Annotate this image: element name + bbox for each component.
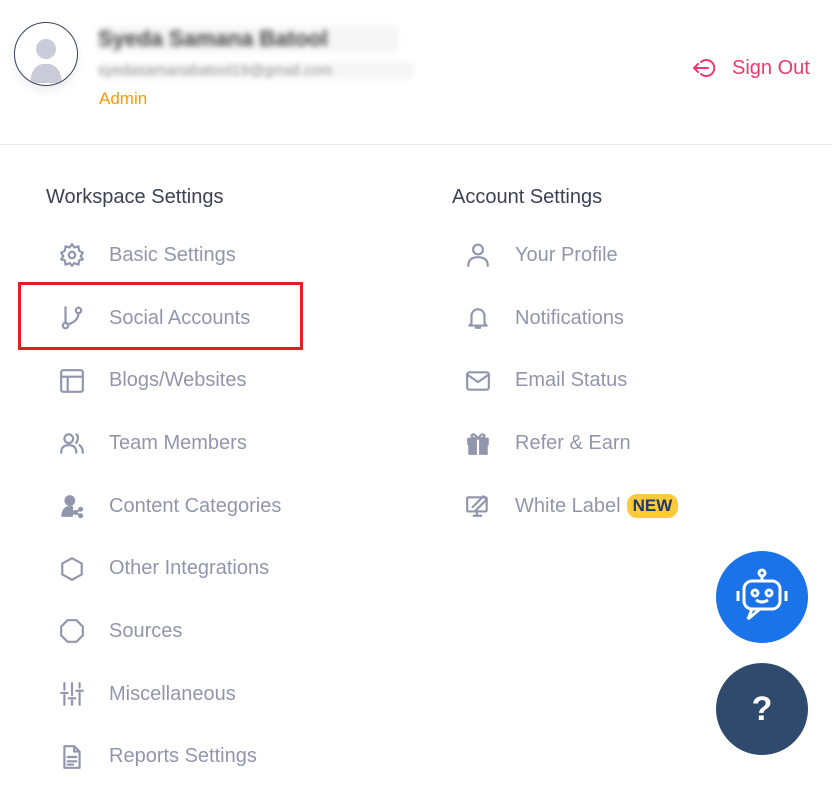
- settings-item-notifications[interactable]: Notifications: [452, 287, 678, 350]
- mail-icon: [458, 368, 498, 394]
- account-settings: Account Settings Your Profile Notificatio…: [452, 186, 678, 537]
- settings-item-refer-earn[interactable]: Refer & Earn: [452, 412, 678, 475]
- settings-item-label: Team Members: [109, 432, 247, 455]
- gift-icon: [458, 430, 498, 456]
- settings-item-label: Miscellaneous: [109, 683, 236, 706]
- workspace-settings-title: Workspace Settings: [46, 186, 281, 210]
- settings-item-blogs-websites[interactable]: Blogs/Websites: [46, 349, 281, 412]
- help-button[interactable]: ?: [716, 663, 808, 755]
- settings-item-label: Content Categories: [109, 495, 281, 518]
- settings-item-label: Refer & Earn: [515, 432, 631, 455]
- sign-out-label: Sign Out: [732, 57, 810, 80]
- document-icon: [52, 744, 92, 770]
- user-role: Admin: [99, 89, 147, 109]
- user-share-icon: [52, 493, 92, 519]
- bell-icon: [458, 305, 498, 331]
- settings-item-content-categories[interactable]: Content Categories: [46, 475, 281, 538]
- settings-item-team-members[interactable]: Team Members: [46, 412, 281, 475]
- layout-icon: [52, 368, 92, 394]
- settings-item-miscellaneous[interactable]: Miscellaneous: [46, 663, 281, 726]
- sliders-icon: [52, 681, 92, 707]
- settings-item-label: Reports Settings: [109, 745, 257, 768]
- settings-item-label: Email Status: [515, 369, 627, 392]
- settings-item-label: Basic Settings: [109, 244, 236, 267]
- sign-out-icon: [692, 56, 718, 80]
- chatbot-button[interactable]: [716, 551, 808, 643]
- settings-item-label: Sources: [109, 620, 182, 643]
- settings-item-basic-settings[interactable]: Basic Settings: [46, 224, 281, 287]
- settings-item-sources[interactable]: Sources: [46, 600, 281, 663]
- settings-item-white-label[interactable]: White Label NEW: [452, 475, 678, 538]
- settings-item-email-status[interactable]: Email Status: [452, 349, 678, 412]
- users-icon: [52, 430, 92, 456]
- settings-item-label: Other Integrations: [109, 557, 269, 580]
- user-email: syedasamanabatool19@gmail.com: [98, 62, 414, 79]
- user-name: Syeda Samana Batool: [98, 26, 398, 52]
- user-silhouette-icon: [15, 23, 78, 86]
- gear-icon: [52, 242, 92, 268]
- user-icon: [458, 242, 498, 268]
- settings-item-label: Notifications: [515, 307, 624, 330]
- workspace-settings: Workspace Settings Basic SettingsSocial …: [46, 186, 281, 788]
- monitor-edit-icon: [458, 493, 498, 519]
- settings-item-label: Blogs/Websites: [109, 369, 246, 392]
- sign-out-button[interactable]: Sign Out: [692, 56, 810, 80]
- avatar[interactable]: [14, 22, 78, 86]
- divider: [0, 144, 832, 145]
- new-badge: NEW: [627, 494, 679, 518]
- robot-icon: [730, 565, 794, 629]
- settings-item-reports-settings[interactable]: Reports Settings: [46, 726, 281, 788]
- settings-item-label: Your Profile: [515, 244, 618, 267]
- settings-item-label: White Label: [515, 495, 621, 518]
- settings-item-other-integrations[interactable]: Other Integrations: [46, 537, 281, 600]
- account-settings-title: Account Settings: [452, 186, 678, 210]
- octagon-icon: [52, 618, 92, 644]
- hexagon-icon: [52, 556, 92, 582]
- highlight-box: [18, 282, 303, 350]
- settings-item-your-profile[interactable]: Your Profile: [452, 224, 678, 287]
